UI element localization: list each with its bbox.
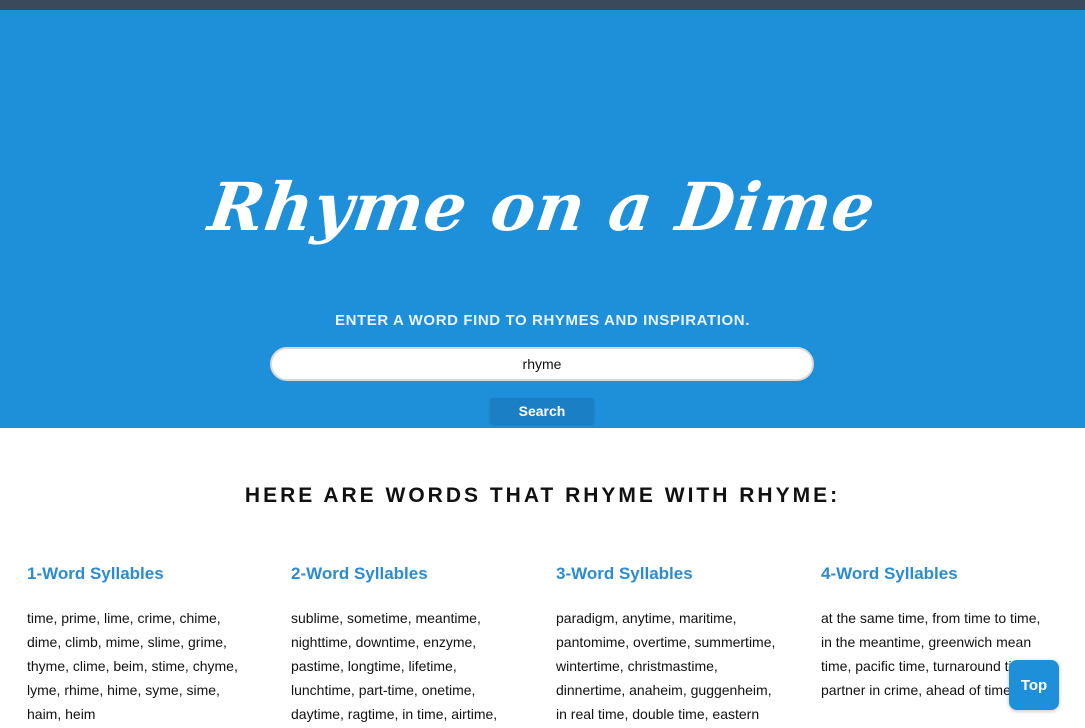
column-heading: 2-Word Syllables (291, 564, 428, 583)
column-heading: 3-Word Syllables (556, 564, 693, 583)
results-column-2-syllable: 2-Word Syllables sublime, sometime, mean… (291, 564, 519, 726)
results-column-3-syllable: 3-Word Syllables paradigm, anytime, mari… (556, 564, 784, 726)
results-column-1-syllable: 1-Word Syllables time, prime, lime, crim… (27, 564, 255, 726)
scroll-to-top-button[interactable]: Top (1009, 660, 1059, 710)
rhyme-word-list: sublime, sometime, meantime, nighttime, … (291, 610, 498, 722)
column-heading: 1-Word Syllables (27, 564, 164, 583)
tagline: ENTER A WORD FIND TO RHYMES AND INSPIRAT… (334, 312, 750, 329)
search-button[interactable]: Search (490, 398, 594, 424)
top-bar (0, 0, 1085, 10)
column-heading: 4-Word Syllables (821, 564, 958, 583)
site-logo[interactable]: Rhyme on a Dime (0, 168, 1085, 246)
results-title: HERE ARE WORDS THAT RHYME WITH RHYME: (244, 484, 841, 507)
rhyme-word-list: time, prime, lime, crime, chime, dime, c… (27, 610, 238, 722)
search-input[interactable] (270, 347, 814, 381)
rhyme-word-list: paradigm, anytime, maritime, pantomime, … (556, 610, 776, 722)
